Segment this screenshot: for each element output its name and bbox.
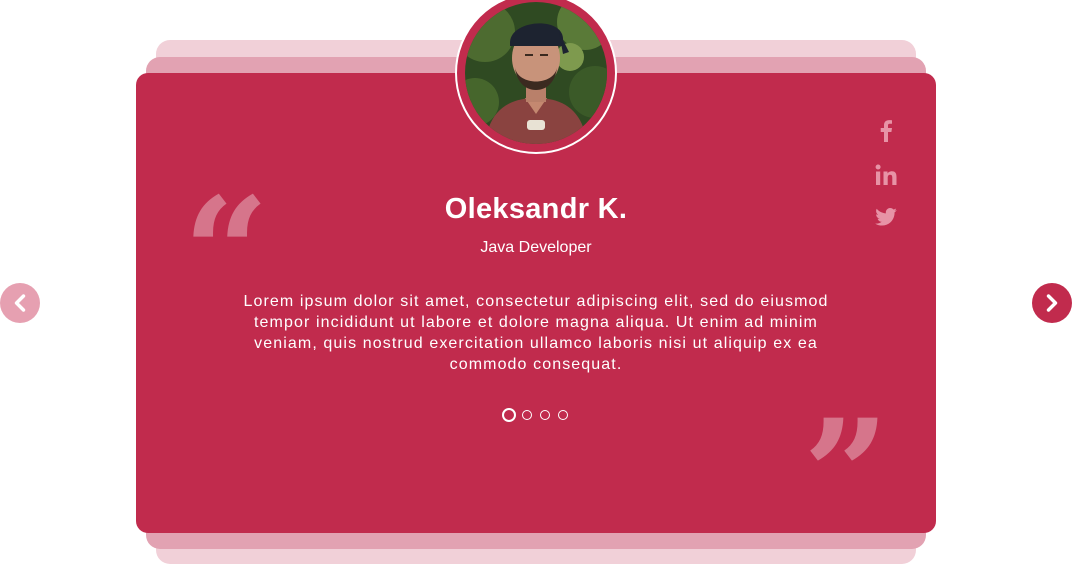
testimonial-slider: “ ” Oleksandr K. Java Developer Lorem ip… [0, 0, 1072, 565]
chevron-right-icon [1046, 294, 1058, 312]
facebook-icon[interactable] [872, 117, 900, 145]
testimonial-text: Lorem ipsum dolor sit amet, consectetur … [243, 293, 829, 373]
pagination-dot-1[interactable] [502, 408, 516, 422]
next-slide-button[interactable] [1032, 283, 1072, 323]
pagination-dot-3[interactable] [540, 410, 550, 420]
prev-slide-button[interactable] [0, 283, 40, 323]
twitter-icon[interactable] [872, 203, 900, 231]
linkedin-icon[interactable] [872, 161, 900, 189]
pagination-dot-4[interactable] [558, 410, 568, 420]
close-quote-icon: ” [803, 387, 890, 563]
pagination-dots [500, 407, 580, 423]
chevron-left-icon [14, 294, 26, 312]
testimonial-role: Java Developer [480, 239, 592, 256]
testimonial-name: Oleksandr K. [444, 193, 628, 225]
avatar-photo [465, 2, 607, 144]
pagination-dot-2[interactable] [522, 410, 532, 420]
